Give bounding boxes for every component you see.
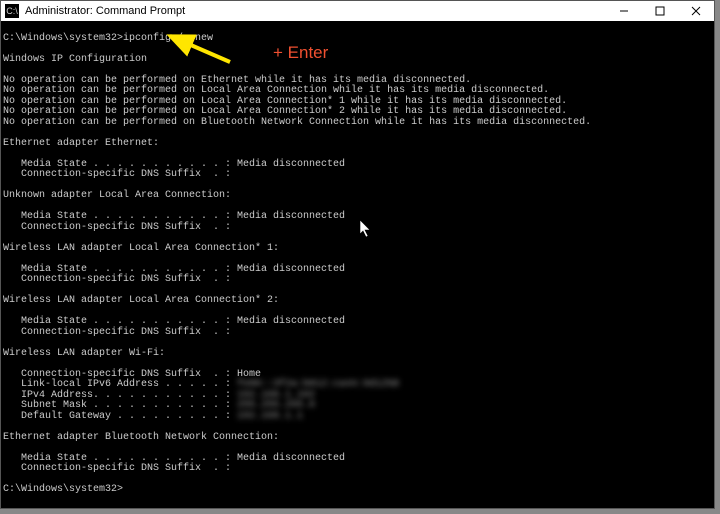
prompt-line-2: C:\Windows\system32> (3, 484, 123, 495)
close-button[interactable] (678, 1, 714, 21)
section-line: Connection-specific DNS Suffix . : (3, 222, 231, 233)
output-heading: Windows IP Configuration (3, 54, 147, 65)
section-line: Media State . . . . . . . . . . . : Medi… (3, 211, 345, 222)
section-title: Wireless LAN adapter Wi-Fi: (3, 348, 165, 359)
noop-line: No operation can be performed on Local A… (3, 96, 567, 107)
section-title: Ethernet adapter Bluetooth Network Conne… (3, 432, 279, 443)
window-title: Administrator: Command Prompt (23, 5, 606, 17)
section-line: Connection-specific DNS Suffix . : (3, 327, 231, 338)
section-title: Ethernet adapter Ethernet: (3, 138, 159, 149)
section-line: Media State . . . . . . . . . . . : Medi… (3, 159, 345, 170)
noop-line: No operation can be performed on Etherne… (3, 75, 471, 86)
blurred-line: IPv4 Address. . . . . . . . . . . : 192.… (3, 390, 315, 401)
terminal-output[interactable]: C:\Windows\system32>ipconfig /renew Wind… (1, 21, 714, 508)
maximize-icon (655, 6, 665, 16)
noop-line: No operation can be performed on Local A… (3, 106, 567, 117)
titlebar: C:\ Administrator: Command Prompt (1, 1, 714, 21)
section-title: Wireless LAN adapter Local Area Connecti… (3, 295, 279, 306)
prompt-path: C:\Windows\system32> (3, 33, 123, 44)
section-line: Connection-specific DNS Suffix . : (3, 169, 231, 180)
noop-line: No operation can be performed on Local A… (3, 85, 549, 96)
section-title: Wireless LAN adapter Local Area Connecti… (3, 243, 279, 254)
typed-command: ipconfig /renew (123, 33, 213, 44)
blurred-line: Default Gateway . . . . . . . . . : 192.… (3, 411, 303, 422)
section-line: Connection-specific DNS Suffix . : (3, 274, 231, 285)
minimize-button[interactable] (606, 1, 642, 21)
section-line: Media State . . . . . . . . . . . : Medi… (3, 264, 345, 275)
cmd-icon: C:\ (5, 4, 19, 18)
blurred-line: Link-local IPv6 Address . . . . . : fe80… (3, 379, 399, 390)
maximize-button[interactable] (642, 1, 678, 21)
minimize-icon (619, 6, 629, 16)
command-prompt-window: C:\ Administrator: Command Prompt C:\Win… (0, 0, 715, 509)
section-line: Connection-specific DNS Suffix . : (3, 463, 231, 474)
prompt-line-1: C:\Windows\system32>ipconfig /renew (3, 33, 213, 44)
noop-line: No operation can be performed on Bluetoo… (3, 117, 591, 128)
section-line: Connection-specific DNS Suffix . : Home (3, 369, 261, 380)
close-icon (691, 6, 701, 16)
section-line: Media State . . . . . . . . . . . : Medi… (3, 316, 345, 327)
section-title: Unknown adapter Local Area Connection: (3, 190, 231, 201)
section-line: Media State . . . . . . . . . . . : Medi… (3, 453, 345, 464)
blurred-line: Subnet Mask . . . . . . . . . . . : 255.… (3, 400, 315, 411)
